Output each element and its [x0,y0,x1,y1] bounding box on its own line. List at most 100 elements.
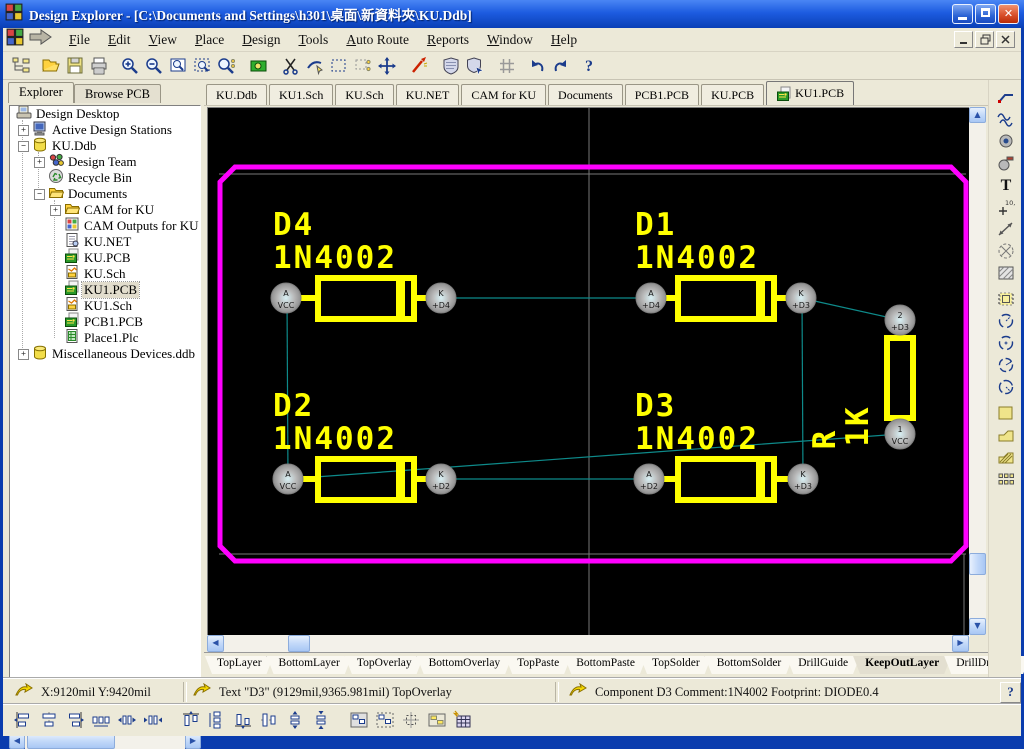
tree-item-label[interactable]: PCB1.PCB [82,314,145,330]
place-coordinate-button[interactable]: 10,10 [994,196,1018,218]
tree-item-label[interactable]: KU.Sch [82,266,128,282]
layer-tab-keepoutlayer[interactable]: KeepOutLayer [853,656,951,674]
deselect-button[interactable] [351,55,375,77]
tree-expand-toggle[interactable]: + [18,349,29,360]
increase-vertical-spacing-button[interactable] [309,709,333,731]
window-explorer-button[interactable] [9,55,33,77]
tree-item[interactable]: +CAM for KU [10,202,200,218]
maximize-button[interactable] [975,4,996,24]
v-scrollbar-thumb[interactable] [969,553,986,575]
menu-file[interactable]: File [60,30,99,50]
menu-auto-route[interactable]: Auto Route [337,30,418,50]
design-explorer-arrow-icon[interactable] [28,28,54,51]
v-scroll-down-button[interactable]: ▼ [969,618,986,635]
tree-item-label[interactable]: CAM Outputs for KU [82,218,200,234]
h-scrollbar-track[interactable] [207,635,969,652]
component-ref-text[interactable]: D4 [273,207,314,243]
tree-expand-toggle[interactable]: − [18,141,29,152]
pad-R-1[interactable]: 1 VCC [885,419,915,449]
place-fill-hatched-button[interactable] [994,262,1018,284]
tree-expand-toggle[interactable]: − [34,189,45,200]
tree-item[interactable]: −KU.Ddb [10,138,200,154]
place-polygon-pour-button[interactable] [994,446,1018,468]
menu-help[interactable]: Help [542,30,586,50]
layer-tab-bottomlayer[interactable]: BottomLayer [267,656,352,674]
equal-horizontal-spacing-button[interactable] [89,709,113,731]
layer-tab-bottompaste[interactable]: BottomPaste [564,656,647,674]
minimize-button[interactable] [952,4,973,24]
menu-edit[interactable]: Edit [99,30,140,50]
layer-tab-bottomoverlay[interactable]: BottomOverlay [417,656,513,674]
pad-D3-K[interactable]: K +D3 [788,464,818,494]
tree-item-label[interactable]: Design Team [66,154,139,170]
document-tab-ku.net[interactable]: KU.NET [396,84,460,105]
place-arc-button[interactable] [994,108,1018,130]
arc-by-edge-button[interactable] [994,310,1018,332]
place-pad-button[interactable] [994,130,1018,152]
zoom-in-button[interactable] [119,55,143,77]
place-keepout-button[interactable] [994,240,1018,262]
component-value-text[interactable]: 1K [840,405,876,446]
tree-item-label[interactable]: Recycle Bin [66,170,134,186]
tree-expand-toggle[interactable]: + [18,125,29,136]
layer-tab-topoverlay[interactable]: TopOverlay [345,656,424,674]
pad-D3-A[interactable]: A +D2 [634,464,664,494]
document-tab-ku.sch[interactable]: KU.Sch [335,84,393,105]
align-left-button[interactable] [11,709,35,731]
menu-view[interactable]: View [140,30,186,50]
arrange-components-button[interactable] [425,709,449,731]
v-scroll-up-button[interactable]: ▲ [969,107,986,123]
redo-button[interactable] [549,55,573,77]
pad-D4-K[interactable]: K +D4 [426,283,456,313]
tree-item[interactable]: KU.PCB [10,250,200,266]
component-ref-text[interactable]: R [807,429,843,450]
layer-tab-drillguide[interactable]: DrillGuide [786,656,860,674]
tree-item-label[interactable]: KU1.PCB [82,282,139,298]
tree-item[interactable]: +Design Team [10,154,200,170]
tree-expand-toggle[interactable]: + [50,205,61,216]
component-ref-text[interactable]: D2 [273,388,314,424]
arc-any-angle-button[interactable] [994,354,1018,376]
close-button[interactable]: ✕ [998,4,1019,24]
tree-item-label[interactable]: KU.PCB [82,250,133,266]
zoom-out-button[interactable] [143,55,167,77]
panel-tab-explorer[interactable]: Explorer [8,82,74,103]
h-scroll-left-button[interactable]: ◀ [207,635,224,652]
arrange-outside-room-button[interactable] [373,709,397,731]
tree-item[interactable]: CAM Outputs for KU [10,218,200,234]
document-tab-ku.ddb[interactable]: KU.Ddb [206,84,267,105]
pad-D4-A[interactable]: A VCC [271,283,301,313]
tree-item[interactable]: KU1.PCB [10,282,200,298]
document-tab-ku.pcb[interactable]: KU.PCB [701,84,764,105]
zoom-point-button[interactable] [215,55,239,77]
component-value-text[interactable]: 1N4002 [273,421,397,457]
document-tab-pcb1.pcb[interactable]: PCB1.PCB [625,84,699,105]
tree-item[interactable]: PCB1.PCB [10,314,200,330]
component-ref-text[interactable]: D3 [635,388,676,424]
mdi-close-button[interactable] [996,31,1015,48]
tree-item[interactable]: KU.Sch [10,266,200,282]
undo-button[interactable] [525,55,549,77]
tree-item-label[interactable]: KU.NET [82,234,133,250]
grid-toggle-button[interactable] [495,55,519,77]
pad-D2-A[interactable]: A VCC [273,464,303,494]
tree-item[interactable]: −Documents [10,186,200,202]
cut-button[interactable] [279,55,303,77]
component-value-text[interactable]: 1N4002 [635,240,759,276]
tree-item-label[interactable]: Place1.Plc [82,330,141,346]
tree-item[interactable]: KU1.Sch [10,298,200,314]
tree-item-label[interactable]: Miscellaneous Devices.ddb [50,346,197,362]
menu-reports[interactable]: Reports [418,30,478,50]
zoom-area-button[interactable] [191,55,215,77]
context-help-button[interactable]: ? [1000,682,1021,703]
pad-D1-A[interactable]: A +D4 [636,283,666,313]
tree-item-label[interactable]: KU1.Sch [82,298,134,314]
component-value-text[interactable]: 1N4002 [273,240,397,276]
menu-window[interactable]: Window [478,30,542,50]
pad-D2-K[interactable]: K +D2 [426,464,456,494]
document-tab-ku1.sch[interactable]: KU1.Sch [269,84,333,105]
decrease-horizontal-spacing-button[interactable] [115,709,139,731]
menu-tools[interactable]: Tools [289,30,337,50]
tree-item[interactable]: Recycle Bin [10,170,200,186]
open-document-button[interactable] [39,55,63,77]
